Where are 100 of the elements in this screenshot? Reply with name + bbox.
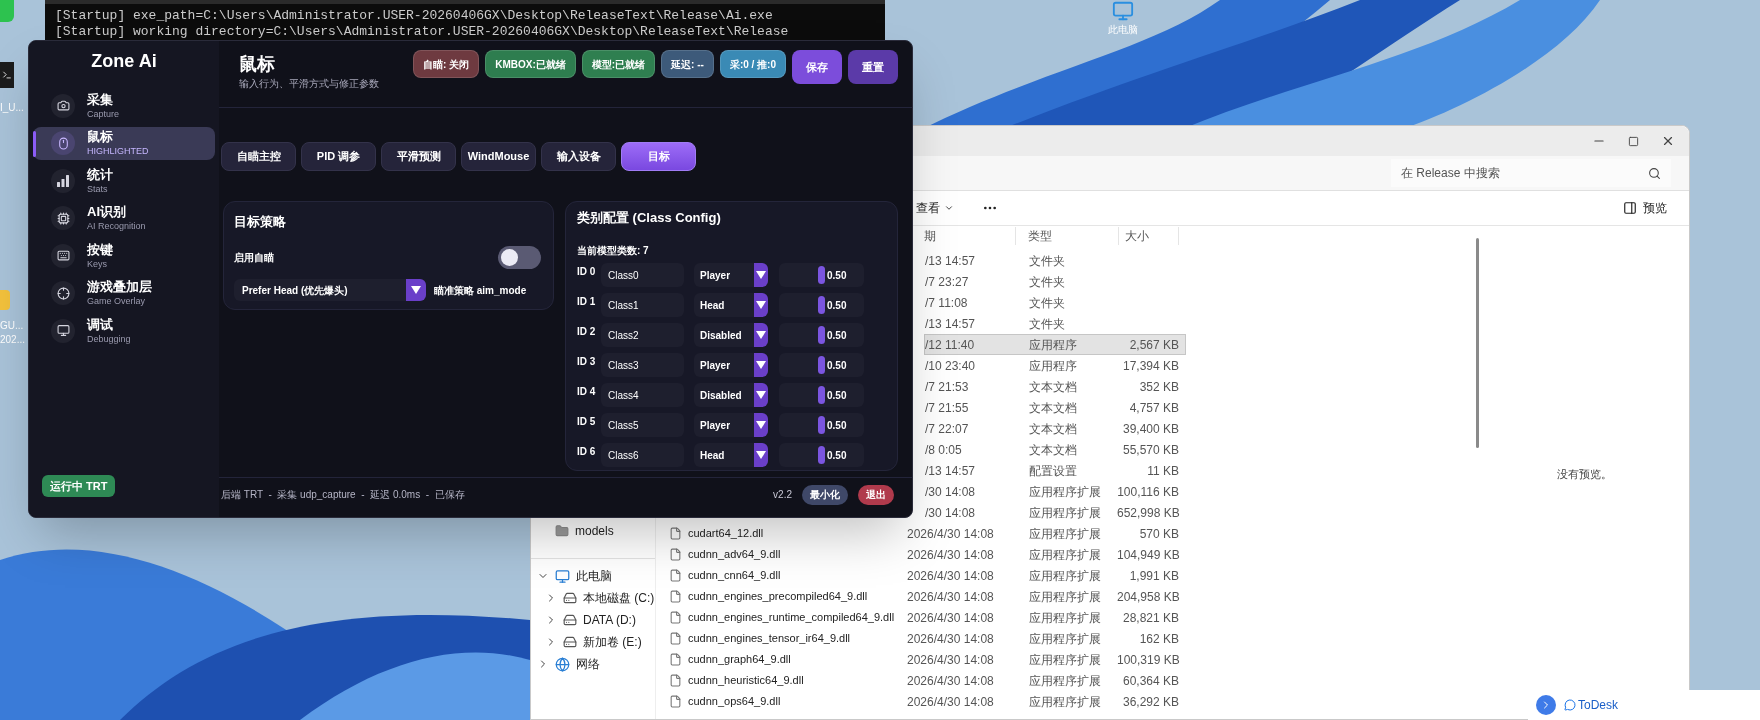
file-row[interactable]: /7 11:08 文件夹	[924, 292, 1186, 313]
slider-thumb[interactable]	[818, 416, 825, 434]
maximize-icon[interactable]	[1628, 135, 1639, 147]
file-row[interactable]: /7 22:07 文本文档 39,400 KB	[924, 418, 1186, 439]
tab[interactable]: 输入设备	[541, 142, 616, 171]
aim-mode-select[interactable]: Prefer Head (优先爆头)	[234, 279, 426, 301]
computer-icon[interactable]	[1112, 0, 1134, 22]
slider-value: 0.50	[827, 418, 847, 433]
column-header[interactable]: 大小	[1119, 227, 1179, 245]
run-status-button[interactable]: 运行中 TRT	[42, 475, 116, 497]
nav-label: AI识别	[87, 204, 127, 221]
file-row[interactable]: /7 23:27 文件夹	[924, 271, 1186, 292]
tab[interactable]: WindMouse	[461, 142, 536, 171]
sidebar-item[interactable]: 按键 Keys	[33, 239, 215, 273]
preview-pane-button[interactable]: 预览	[1623, 199, 1667, 217]
slider-thumb[interactable]	[818, 326, 825, 344]
footer-button[interactable]: 最小化	[802, 484, 848, 505]
nav-pane-item[interactable]: 此电脑	[531, 565, 655, 587]
sidebar-item[interactable]: 鼠标 HIGHLIGHTED	[33, 126, 215, 160]
file-row[interactable]: cudnn_graph64_9.dll 2026/4/30 14:08 应用程序扩展 100,319 KB	[666, 649, 1186, 670]
file-row[interactable]: cudnn_engines_precompiled64_9.dll 2026/4/30 14:08 应用程序扩展 204,958 KB	[666, 586, 1186, 607]
nav-pane-item[interactable]: DATA (D:)	[531, 609, 655, 631]
confidence-slider[interactable]: 0.50	[779, 383, 864, 407]
class-name-field[interactable]: Class5	[601, 413, 684, 437]
action-button[interactable]: 保存	[792, 50, 842, 84]
file-row[interactable]: /12 11:40 应用程序 2,567 KB	[924, 334, 1186, 355]
confidence-slider[interactable]: 0.50	[779, 263, 864, 287]
class-type-select[interactable]: Head	[694, 293, 768, 317]
class-id: ID 3	[577, 355, 597, 369]
file-type: 配置设置	[1028, 462, 1078, 480]
confidence-slider[interactable]: 0.50	[779, 323, 864, 347]
file-row[interactable]: cudnn_engines_tensor_ir64_9.dll 2026/4/30 14:08 应用程序扩展 162 KB	[666, 628, 1186, 649]
action-button[interactable]: 重置	[848, 50, 898, 84]
tab[interactable]: PID 调参	[301, 142, 376, 171]
slider-thumb[interactable]	[818, 266, 825, 284]
column-header[interactable]: 期	[924, 227, 1016, 245]
close-icon[interactable]	[1661, 134, 1675, 148]
file-date: /30 14:08	[925, 504, 977, 522]
footer-button[interactable]: 退出	[858, 484, 894, 505]
tab[interactable]: 自瞄主控	[221, 142, 296, 171]
confidence-slider[interactable]: 0.50	[779, 293, 864, 317]
nav-pane-item[interactable]: 新加卷 (E:)	[531, 631, 655, 653]
confidence-slider[interactable]: 0.50	[779, 353, 864, 377]
file-date: 2026/4/30 14:08	[907, 609, 995, 627]
class-type-select[interactable]: Player	[694, 413, 768, 437]
nav-pane-item[interactable]: 网络	[531, 653, 655, 675]
file-row[interactable]: /8 0:05 文本文档 55,570 KB	[924, 439, 1186, 460]
file-row[interactable]: /30 14:08 应用程序扩展 100,116 KB	[924, 481, 1186, 502]
tab[interactable]: 平滑预测	[381, 142, 456, 171]
column-header[interactable]: 类型	[1016, 227, 1119, 245]
file-row[interactable]: cudnn_engines_runtime_compiled64_9.dll 2026/4/30 14:08 应用程序扩展 28,821 KB	[666, 607, 1186, 628]
sidebar-item[interactable]: 采集 Capture	[33, 89, 215, 123]
file-row[interactable]: /13 14:57 配置设置 11 KB	[924, 460, 1186, 481]
sidebar-item[interactable]: AI识别 AI Recognition	[33, 201, 215, 235]
class-type-select[interactable]: Head	[694, 443, 768, 467]
slider-value: 0.50	[827, 358, 847, 373]
search-field[interactable]: 在 Release 中搜索	[1391, 159, 1671, 187]
file-row[interactable]: cudnn_heuristic64_9.dll 2026/4/30 14:08 应用程序扩展 60,364 KB	[666, 670, 1186, 691]
nav-pane-item[interactable]: 本地磁盘 (C:)	[531, 587, 655, 609]
confidence-slider[interactable]: 0.50	[779, 443, 864, 467]
file-row[interactable]: /7 21:53 文本文档 352 KB	[924, 376, 1186, 397]
class-type-select[interactable]: Disabled	[694, 383, 768, 407]
nav-pane-item[interactable]: models	[531, 520, 655, 542]
confidence-slider[interactable]: 0.50	[779, 413, 864, 437]
file-type: 文件夹	[1028, 252, 1066, 270]
class-name-field[interactable]: Class6	[601, 443, 684, 467]
scrollbar[interactable]	[1476, 238, 1479, 448]
search-icon[interactable]	[1648, 166, 1661, 180]
file-row[interactable]: /13 14:57 文件夹	[924, 313, 1186, 334]
class-type-select[interactable]: Player	[694, 263, 768, 287]
toggle-switch[interactable]	[498, 246, 541, 269]
file-row[interactable]: /7 21:55 文本文档 4,757 KB	[924, 397, 1186, 418]
sidebar-item[interactable]: 调试 Debugging	[33, 314, 215, 348]
file-row[interactable]: /13 14:57 文件夹	[924, 250, 1186, 271]
file-row[interactable]: /10 23:40 应用程序 17,394 KB	[924, 355, 1186, 376]
sidebar-item[interactable]: 统计 Stats	[33, 164, 215, 198]
desktop-icon-label: 此电脑	[1108, 23, 1138, 37]
file-type: 应用程序扩展	[1028, 546, 1102, 564]
tab[interactable]: 目标	[621, 142, 696, 171]
slider-thumb[interactable]	[818, 386, 825, 404]
sidebar-item[interactable]: 游戏叠加层 Game Overlay	[33, 276, 215, 310]
file-row[interactable]: /30 14:08 应用程序扩展 652,998 KB	[924, 502, 1186, 523]
class-type-select[interactable]: Disabled	[694, 323, 768, 347]
todesk-widget[interactable]: ToDesk	[1528, 690, 1760, 720]
class-type-select[interactable]: Player	[694, 353, 768, 377]
class-name-field[interactable]: Class3	[601, 353, 684, 377]
slider-thumb[interactable]	[818, 296, 825, 314]
file-row[interactable]: cudnn_cnn64_9.dll 2026/4/30 14:08 应用程序扩展 1,991 KB	[666, 565, 1186, 586]
file-row[interactable]: cudnn_ops64_9.dll 2026/4/30 14:08 应用程序扩展 36,292 KB	[666, 691, 1186, 712]
file-type: 文本文档	[1028, 399, 1078, 417]
class-name-field[interactable]: Class4	[601, 383, 684, 407]
file-row[interactable]: cudnn_adv64_9.dll 2026/4/30 14:08 应用程序扩展 104,949 KB	[666, 544, 1186, 565]
class-name-field[interactable]: Class2	[601, 323, 684, 347]
view-menu-button[interactable]: 查看	[916, 199, 954, 217]
terminal-app-icon[interactable]	[0, 62, 14, 88]
slider-thumb[interactable]	[818, 356, 825, 374]
slider-thumb[interactable]	[818, 446, 825, 464]
class-name-field[interactable]: Class1	[601, 293, 684, 317]
class-name-field[interactable]: Class0	[601, 263, 684, 287]
file-row[interactable]: cudart64_12.dll 2026/4/30 14:08 应用程序扩展 570 KB	[666, 523, 1186, 544]
